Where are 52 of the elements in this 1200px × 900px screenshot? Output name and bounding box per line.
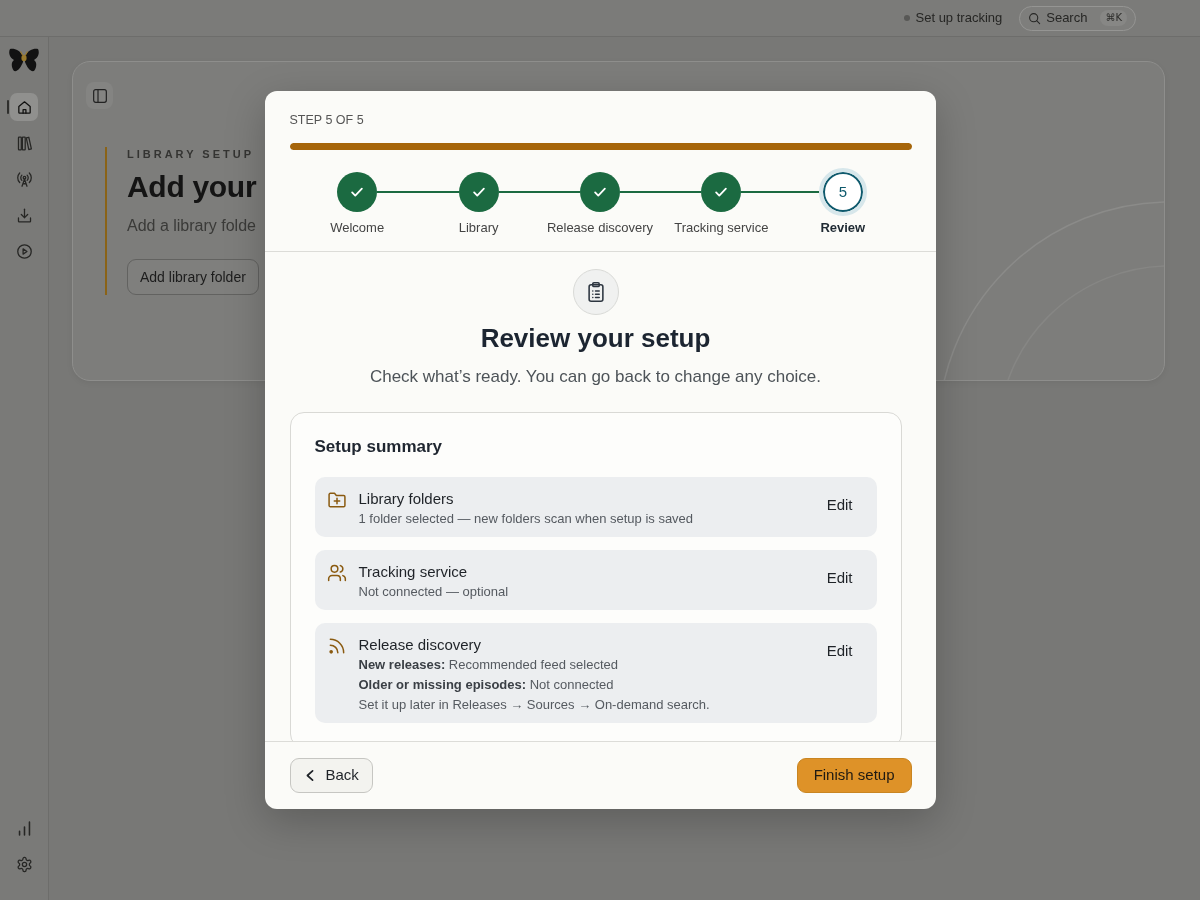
chevron-left-icon — [305, 769, 314, 782]
step-label: Review — [820, 220, 866, 236]
dialog-subtitle: Check what’s ready. You can go back to change any choice. — [368, 366, 823, 388]
item-detail: Set it up later in Releases → Sources → On-demand search. — [358, 696, 711, 714]
keyboard-shortcut: ⌘K — [1100, 10, 1127, 26]
step-indicator[interactable] — [458, 172, 499, 212]
page-description: Add a library folde — [127, 216, 257, 236]
item-detail: New releases: Recommended feed selected — [358, 656, 619, 674]
butterfly-logo — [8, 47, 40, 73]
settings-icon — [15, 855, 33, 873]
section-eyebrow: LIBRARY SETUP — [127, 147, 255, 161]
item-detail: Older or missing episodes: Not connected — [358, 676, 615, 694]
add-folder-button[interactable]: Add library folder — [127, 259, 259, 295]
summary-title: Setup summary — [314, 436, 444, 458]
step-label: Release discovery — [546, 220, 654, 236]
nav-button[interactable] — [10, 93, 38, 121]
item-detail: Not connected — optional — [358, 583, 510, 601]
edit-button[interactable]: Edit — [818, 491, 861, 519]
people-icon — [326, 563, 347, 583]
search-button[interactable]: Search ⌘K — [1019, 5, 1136, 31]
folder-plus-icon — [326, 490, 347, 510]
step-label: Library — [458, 220, 499, 236]
step-label: Welcome — [330, 220, 385, 236]
step-label: Tracking service — [674, 220, 769, 236]
antenna-icon — [15, 170, 33, 188]
item-title: Release discovery — [358, 635, 483, 655]
step-counter: STEP 5 OF 5 — [289, 112, 365, 128]
books-icon — [15, 134, 33, 152]
sidebar-icon — [91, 87, 108, 104]
setup-tracking-link[interactable]: Set up tracking — [903, 8, 1003, 28]
step-indicator[interactable] — [580, 172, 620, 212]
step-indicator[interactable] — [701, 172, 742, 212]
home-icon — [15, 98, 33, 116]
rss-icon — [326, 636, 347, 656]
item-title: Library folders — [358, 489, 455, 509]
dialog-title: Review your setup — [479, 322, 712, 354]
sidebar-toggle-button[interactable] — [86, 82, 113, 109]
step-indicator[interactable]: 5 — [818, 168, 867, 216]
finish-setup-button[interactable]: Finish setup — [796, 758, 912, 793]
item-detail: 1 folder selected — new folders scan when setup is saved — [358, 510, 695, 528]
edit-button[interactable]: Edit — [818, 564, 861, 592]
back-button[interactable]: Back — [289, 758, 373, 793]
active-indicator — [7, 100, 9, 114]
download-icon — [15, 206, 33, 224]
status-dot-icon — [903, 15, 910, 21]
edit-button[interactable]: Edit — [818, 637, 861, 665]
step-indicator[interactable] — [337, 172, 378, 212]
page-heading: Add your — [127, 169, 258, 205]
clipboard-icon — [572, 269, 619, 315]
item-title: Tracking service — [358, 562, 469, 582]
play-icon — [15, 242, 33, 260]
search-icon — [1028, 11, 1042, 25]
